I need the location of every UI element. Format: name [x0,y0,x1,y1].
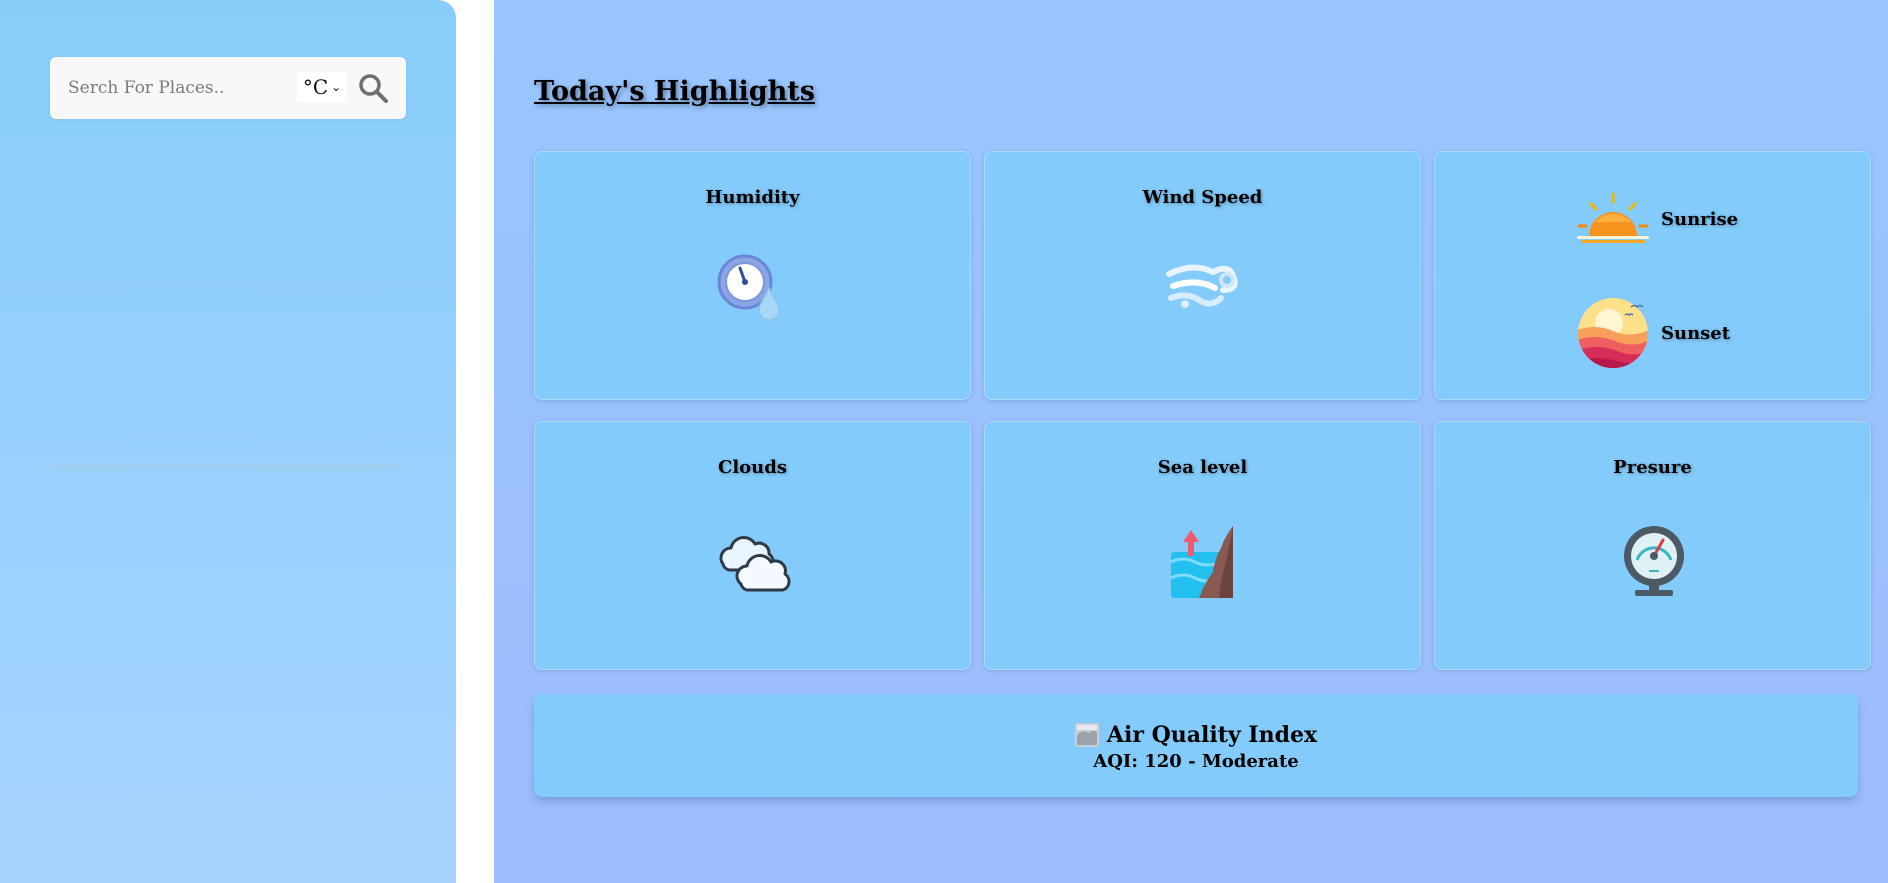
humidity-icon [717,254,780,321]
sunrise-icon [1577,192,1649,243]
sun-card: Sunrise Sunset [1434,151,1871,400]
search-button[interactable] [356,71,390,105]
unit-select[interactable]: °C ⌄ [297,72,347,102]
sunrise-label: Sunrise [1661,208,1739,230]
aqi-title-row: Air Quality Index [534,722,1858,748]
wind-icon [1165,264,1238,308]
main-panel: Today's Highlights Humidity Wind Speed S… [494,0,1888,883]
pressure-label: Presure [1613,457,1692,478]
search-bar: °C ⌄ [50,57,406,119]
search-icon [359,74,388,103]
aqi-panel: Air Quality Index AQI: 120 - Moderate [534,694,1858,797]
sidebar-divider [50,466,406,467]
sunset-row: Sunset [1575,297,1730,369]
sunrise-row: Sunrise [1575,192,1738,246]
page-title: Today's Highlights [534,76,815,107]
pressure-card: Presure [1434,421,1871,670]
humidity-card: Humidity [534,151,971,400]
sea-level-card: Sea level [984,421,1421,670]
sunset-label: Sunset [1661,322,1731,344]
humidity-label: Humidity [705,187,800,208]
clouds-card: Clouds [534,421,971,670]
sea-level-icon [1169,526,1233,598]
aqi-title: Air Quality Index [1106,722,1318,748]
sea-level-label: Sea level [1157,457,1248,478]
chevron-down-icon: ⌄ [331,80,342,94]
fog-icon [1074,723,1099,747]
unit-select-value: °C [302,75,329,99]
sunset-icon [1578,298,1648,368]
clouds-label: Clouds [718,457,787,478]
search-input[interactable] [68,73,328,103]
wind-speed-label: Wind Speed [1142,187,1263,208]
aqi-value: AQI: 120 - Moderate [1093,751,1299,772]
wind-speed-card: Wind Speed [984,151,1421,400]
pressure-gauge-icon [1623,526,1684,596]
sidebar: °C ⌄ [0,0,456,883]
clouds-icon [719,536,790,592]
